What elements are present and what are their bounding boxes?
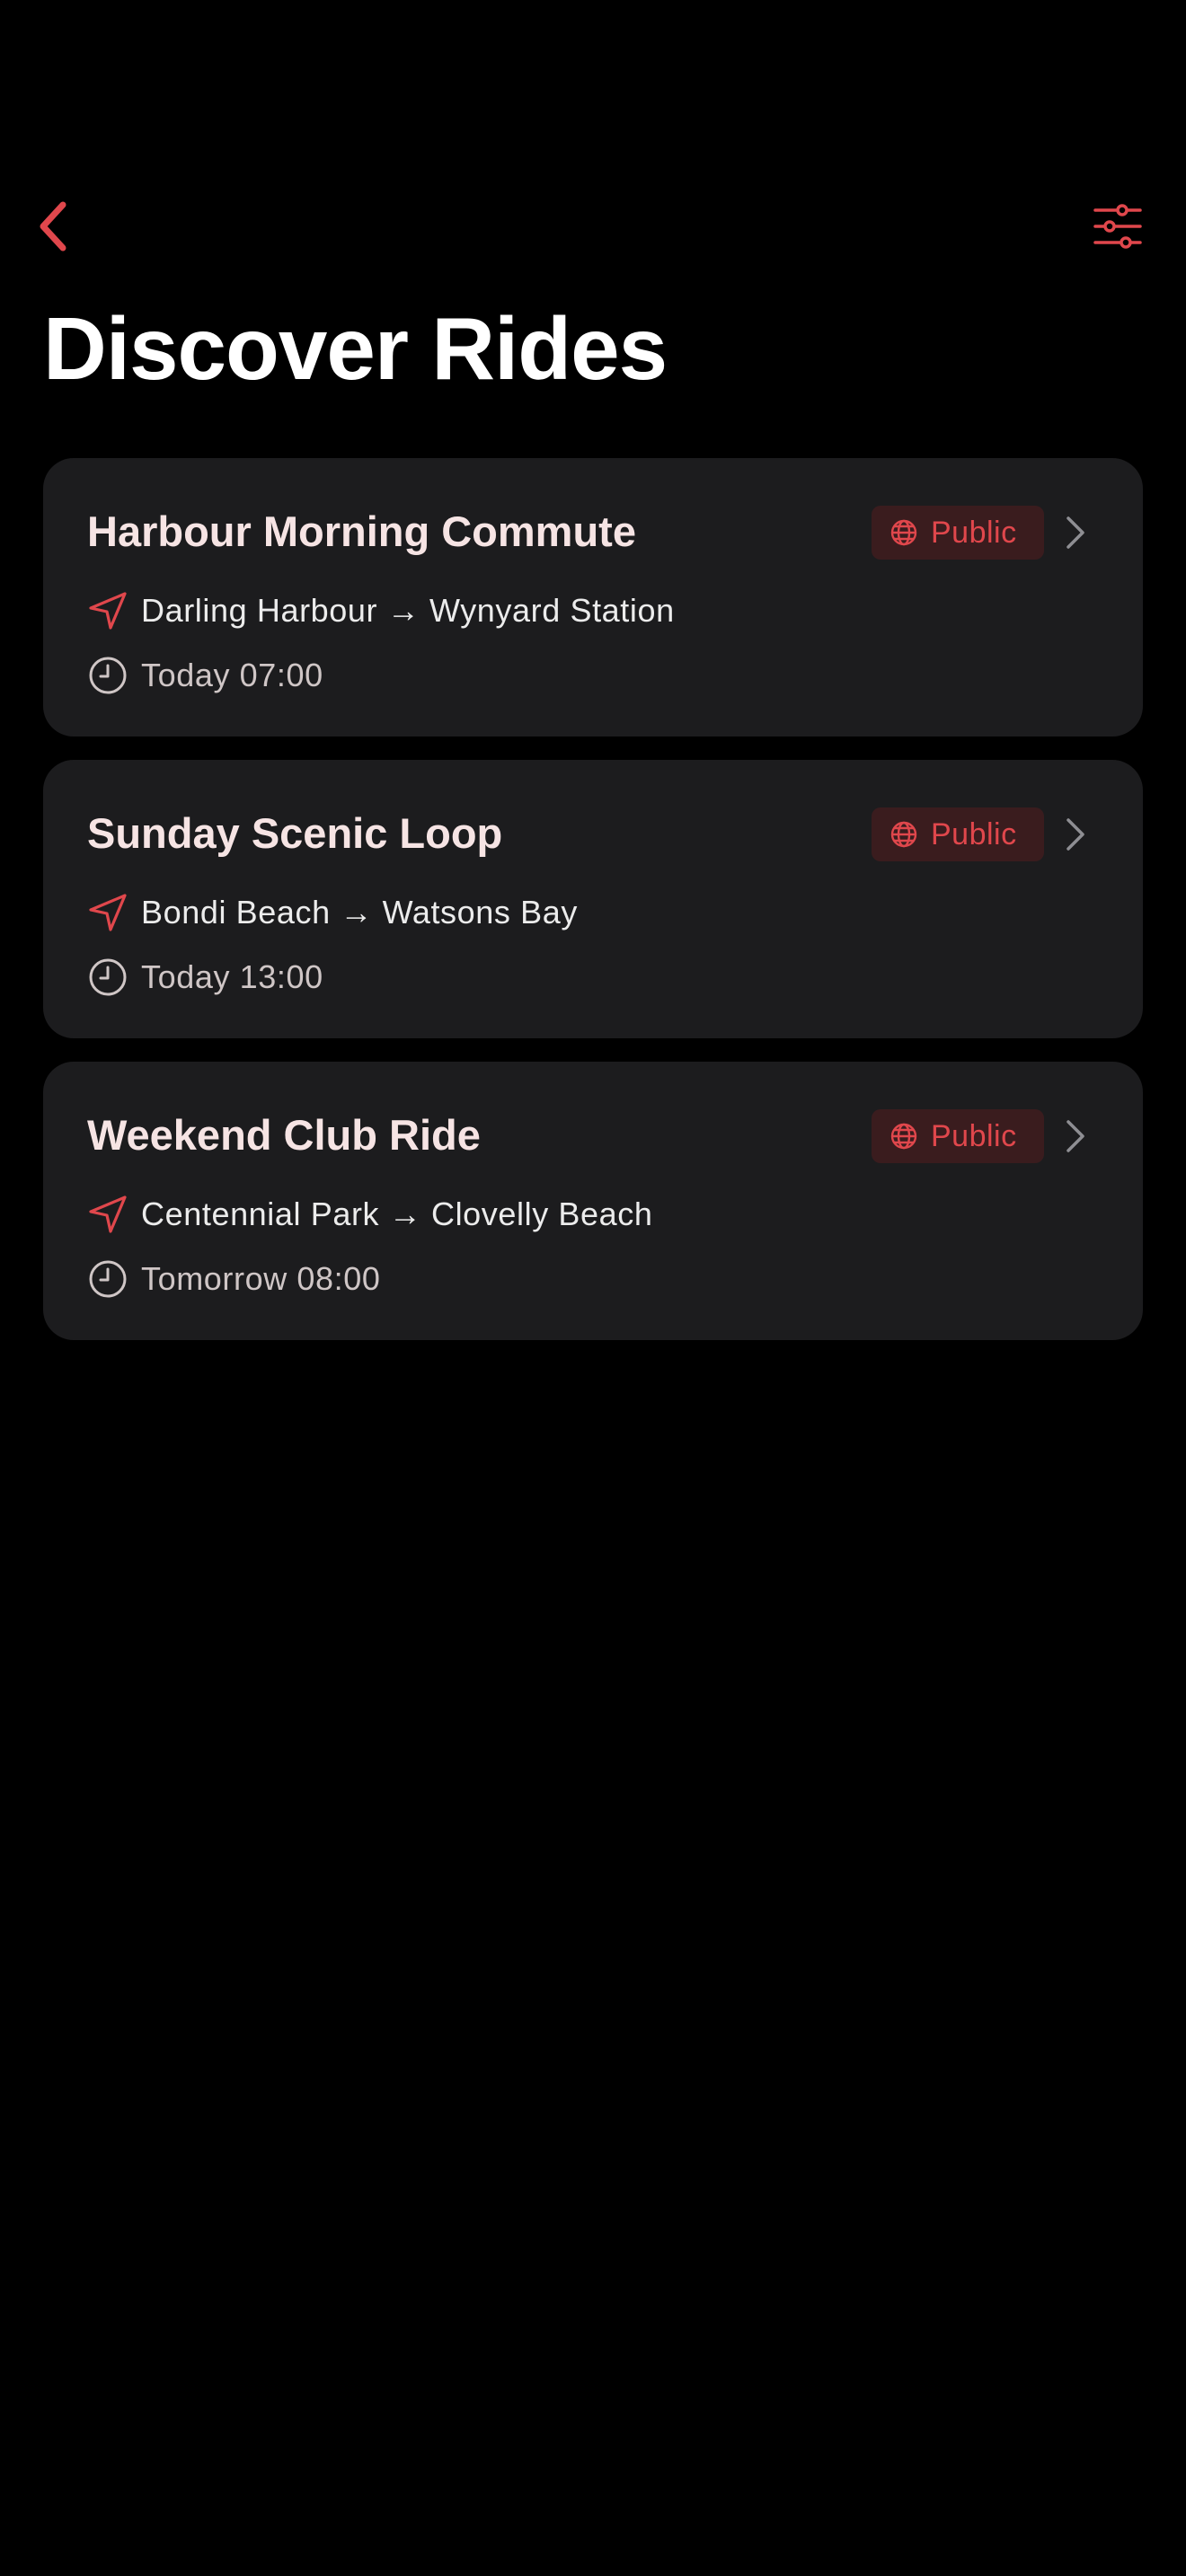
route-from: Centennial Park [141,1195,380,1232]
route-arrow: → [388,1195,422,1232]
location-arrow-icon [89,894,127,931]
chevron-right-icon [1067,818,1084,851]
location-arrow-icon [89,1195,127,1233]
route-from: Bondi Beach [141,894,331,931]
time-row: Today 13:00 [87,956,323,999]
ride-title: Weekend Club Ride [87,1111,481,1159]
visibility-badge: Public [872,807,1044,861]
badge-label: Public [931,816,1017,851]
route-text: Bondi Beach → Watsons Bay [141,894,578,931]
page-title: Discover Rides [43,299,668,398]
clock-icon [89,657,127,694]
route-row: Darling Harbour → Wynyard Station [87,589,675,632]
globe-icon [890,821,917,848]
route-to: Clovelly Beach [430,1195,653,1232]
route-from: Darling Harbour [141,592,378,629]
back-button[interactable] [25,196,83,257]
ride-title: Harbour Morning Commute [87,507,636,555]
filter-button[interactable] [1085,196,1150,257]
route-to: Watsons Bay [382,894,578,931]
time-row: Today 07:00 [87,654,323,697]
route-arrow: → [386,592,420,629]
ride-title: Sunday Scenic Loop [87,809,503,857]
ride-time: Tomorrow 08:00 [141,1260,381,1297]
chevron-right-icon [1067,1120,1084,1152]
route-text: Centennial Park → Clovelly Beach [141,1195,653,1233]
nav-bar [0,180,1186,273]
ride-time: Today 07:00 [141,657,323,693]
route-arrow: → [340,894,373,931]
route-row: Bondi Beach → Watsons Bay [87,891,578,934]
ride-card[interactable]: Sunday Scenic Loop Public Bondi Beach → … [43,760,1143,1038]
chevron-right-icon [1067,516,1084,549]
badge-label: Public [931,1118,1017,1153]
ride-list: Harbour Morning Commute Public Darling H… [43,458,1143,1363]
chevron-left-icon [40,201,66,251]
globe-icon [890,519,917,546]
clock-icon [89,1260,127,1298]
sliders-icon [1093,204,1142,249]
ride-time: Today 13:00 [141,958,323,995]
route-to: Wynyard Station [429,592,675,629]
ride-card[interactable]: Harbour Morning Commute Public Darling H… [43,458,1143,737]
visibility-badge: Public [872,506,1044,560]
clock-icon [89,958,127,996]
globe-icon [890,1123,917,1150]
badge-label: Public [931,515,1017,550]
route-text: Darling Harbour → Wynyard Station [141,592,675,630]
ride-card[interactable]: Weekend Club Ride Public Centennial Park… [43,1062,1143,1340]
location-arrow-icon [89,592,127,630]
time-row: Tomorrow 08:00 [87,1257,381,1301]
route-row: Centennial Park → Clovelly Beach [87,1193,653,1236]
visibility-badge: Public [872,1109,1044,1163]
